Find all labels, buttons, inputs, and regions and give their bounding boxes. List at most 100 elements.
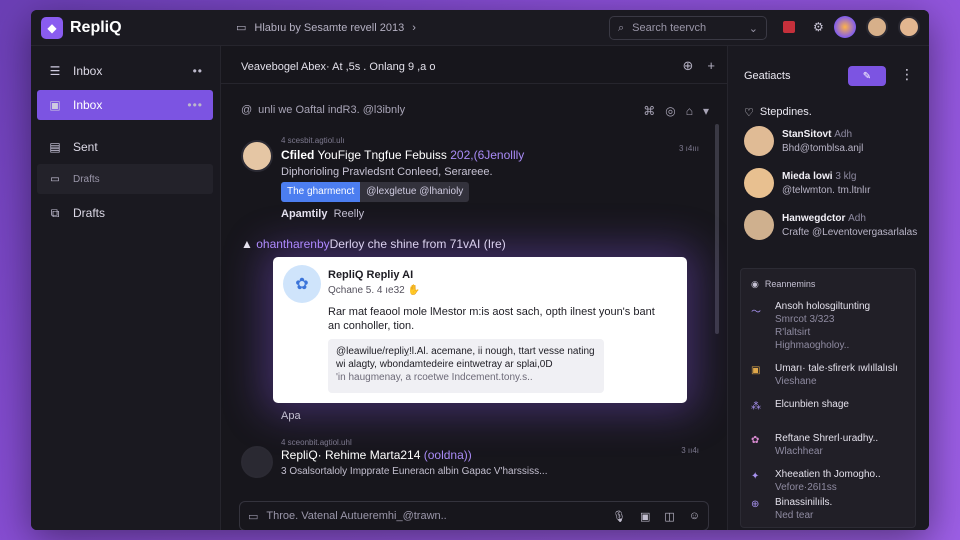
user-avatar-2[interactable] (897, 16, 920, 38)
zoom-icon[interactable]: ⊕ (683, 58, 694, 74)
top-notice[interactable]: ▭ Hlabıu by Sesamte revell 2013 › (236, 21, 416, 35)
ai-card-subtitle-text: Qchane 5. 4 ıe32 (328, 285, 408, 296)
more-icon[interactable]: ••• (187, 98, 203, 112)
contacts-title: Geatiacts (744, 70, 791, 82)
reminder-detail: Wlachhear (775, 446, 823, 457)
kebab-menu-icon[interactable]: ⋮ (900, 66, 914, 83)
share-icon: ⁂ (751, 401, 761, 412)
sender-avatar[interactable] (241, 446, 273, 478)
contact-status: @telwmton. tm.ltnlır (782, 185, 871, 196)
thread-label: unli we Oaftal indR3. @l3ibnly (258, 104, 406, 116)
mention-text: Derloy che shine from 71vAI (Ire) (329, 237, 506, 251)
message-meta: 4 scesbit.agtiol.ulı (281, 136, 345, 145)
chevron-right-icon: › (412, 21, 416, 34)
wave-icon: 〜 (751, 307, 761, 318)
mention-icon: @ (241, 104, 253, 116)
app-logo[interactable]: ◆ RepliQ (41, 17, 122, 39)
sidebar: ☰ Inbox •• ▣ Inbox ••• ▤ Sent ▭ Drafts ⧉… (31, 46, 221, 530)
compose-button[interactable]: ✎ (848, 66, 886, 86)
translate-icon[interactable]: ⌘ (643, 104, 655, 118)
reminder-detail: R'laltsirt (775, 327, 811, 338)
reminder-detail: Ned tear (775, 510, 814, 521)
contacts-pane: Geatiacts ✎ ⋮ ♡ Stepdines. StanSitovt Ad… (727, 46, 929, 530)
flower-icon: ✿ (751, 435, 760, 446)
contacts-section-title: ♡ Stepdines. (744, 106, 812, 119)
message-preview: 3 Osalsortaloly Impprate Euneracn albin … (281, 466, 548, 477)
tag-chip[interactable]: The gharmenct @lexgletue @lhanioly (281, 182, 470, 202)
ai-avatar[interactable] (833, 16, 856, 38)
sidebar-item-drafts-2[interactable]: ⧉ Drafts (37, 198, 213, 228)
message-header[interactable]: Cfiled YouFige Tngfue Febuiss 202,(6Jeno… (281, 148, 524, 162)
spark-icon: ✦ (751, 471, 760, 482)
search-input[interactable]: ⌕ Search teervch ⌄ (609, 16, 767, 40)
reminders-header: ◉ Reannemins (751, 279, 815, 290)
contact-item[interactable]: StanSitovt Adh Bhd@tomblsa.anjl (744, 126, 924, 160)
sent-icon: ▤ (49, 140, 61, 154)
record-icon[interactable] (783, 21, 795, 33)
chip-secondary: @lexgletue @lhanioly (366, 186, 464, 197)
archive-icon[interactable]: ⌂ (686, 104, 693, 118)
sidebar-item-inbox[interactable]: ☰ Inbox •• (37, 56, 213, 86)
view-icon[interactable]: ◎ (665, 104, 675, 118)
message-footer: Apamtily Reelly (281, 208, 364, 220)
ai-reply-card[interactable]: ✿ RepliQ Repliy AI Qchane 5. 4 ıe32 ✋ Ra… (273, 257, 687, 403)
emoji-icon[interactable]: ☺ (689, 510, 700, 523)
settings-icon[interactable]: ⚙ (813, 20, 824, 34)
chat-icon: ▭ (236, 22, 247, 34)
user-avatar-1[interactable] (865, 16, 888, 38)
quote-line: wi alagty, wbondamtedeire eintwetray ar … (336, 359, 553, 370)
sidebar-item-label: Inbox (73, 98, 103, 112)
image-icon[interactable]: ▣ (640, 510, 650, 523)
sidebar-item-label: Drafts (73, 173, 100, 185)
chevron-down-icon[interactable]: ▾ (703, 104, 709, 118)
contact-avatar (744, 168, 774, 198)
ai-bot-icon: ✿ (283, 265, 321, 303)
reminder-detail: Vieshane (775, 376, 817, 387)
contact-name: Mieda lowi (782, 171, 833, 182)
contact-tag: Adh (848, 213, 866, 224)
more-icon[interactable]: •• (193, 64, 203, 78)
chevron-down-icon: ⌄ (748, 22, 758, 35)
quote-line: 'in haugmenay, a rcoetwe Indcement.tony.… (336, 372, 533, 383)
edit-icon: ✎ (862, 70, 872, 82)
reminder-title: Ansoh holosgiltunting (775, 301, 871, 312)
section-label: Stepdines. (759, 106, 812, 118)
sidebar-item-drafts[interactable]: ▭ Drafts (37, 164, 213, 194)
contact-item[interactable]: Hanwegdctor Adh Crafte @Leventovergasarl… (744, 210, 924, 244)
ai-card-subtitle: Qchane 5. 4 ıe32 ✋ (328, 285, 420, 296)
sidebar-item-sent[interactable]: ▤ Sent (37, 132, 213, 162)
reminder-detail: Vefore·26I1ss (775, 482, 837, 493)
message-composer[interactable]: ▭ Throe. Vatenal Autueremhi_@trawn.. 🎙 ▣… (239, 501, 709, 530)
conversation-pane: Veavebogel Abex· At ,5s . Onlang 9 ,a o … (221, 46, 727, 530)
mention-handle[interactable]: ohantharenby (256, 237, 329, 251)
message-link[interactable]: (ooldna)) (424, 448, 472, 462)
reminder-title: Xheeatien th Jomogho.. (775, 469, 881, 480)
search-icon: ⌕ (618, 21, 625, 34)
bell-icon: ◉ (751, 279, 759, 289)
ai-card-quote[interactable]: @leawilue/repliỵ!l.Al. acemane, ii nough… (328, 339, 604, 393)
scrollbar[interactable] (715, 124, 719, 334)
heart-icon: ♡ (744, 107, 754, 119)
message-header[interactable]: RepliQ· Rehime Marta214 (ooldna)) (281, 448, 472, 462)
add-icon[interactable]: + (707, 58, 715, 74)
reminders-panel: ◉ Reannemins 〜 Ansoh holosgiltunting Smr… (740, 268, 916, 528)
contact-tag: 3 klg (835, 171, 857, 182)
drafts-icon: ⧉ (50, 205, 60, 220)
contact-item[interactable]: Mieda lowi 3 klg @telwmton. tm.ltnlır (744, 168, 924, 202)
reminder-title: Binassinilıils. (775, 497, 833, 508)
footer-text: Reelly (333, 208, 365, 220)
attach-icon[interactable]: ◫ (664, 510, 674, 523)
conversation-header: Veavebogel Abex· At ,5s . Onlang 9 ,a o … (221, 46, 727, 84)
message-link[interactable]: 202,(6Jenollly (450, 148, 524, 162)
microphone-icon[interactable]: 🎙 (612, 510, 626, 523)
sidebar-item-inbox-active[interactable]: ▣ Inbox ••• (37, 90, 213, 120)
compose-icon: ▭ (248, 510, 259, 523)
message-preview: Diphorioling Pravledsnt Conleed, Seraree… (281, 166, 493, 178)
mention-line[interactable]: ▲ ohantharenbyDerloy che shine from 71vA… (241, 237, 506, 251)
app-name: RepliQ (70, 19, 122, 36)
app-window: ◆ RepliQ ▭ Hlabıu by Sesamte revell 2013… (31, 10, 929, 530)
contact-status: Bhd@tomblsa.anjl (782, 143, 864, 154)
sender-avatar[interactable] (241, 140, 273, 172)
contact-avatar (744, 126, 774, 156)
reminder-title: Reftane Shrerl·uradhy.. (775, 433, 879, 444)
